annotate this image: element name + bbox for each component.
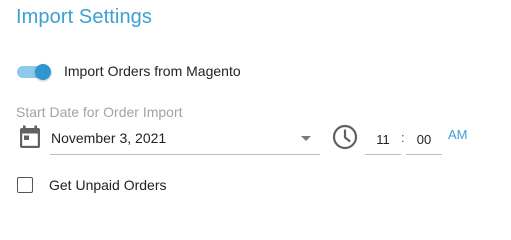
import-orders-label: Import Orders from Magento — [64, 63, 241, 79]
start-date-label: Start Date for Order Import — [16, 104, 183, 120]
hour-field-wrapper — [365, 126, 401, 155]
time-separator: : — [401, 130, 405, 145]
import-settings-panel: Import Settings Import Orders from Magen… — [0, 0, 511, 205]
start-date-value: November 3, 2021 — [51, 130, 167, 146]
get-unpaid-orders-label: Get Unpaid Orders — [49, 177, 167, 193]
get-unpaid-orders-checkbox[interactable] — [17, 177, 33, 193]
calendar-icon[interactable] — [19, 125, 41, 149]
minute-field-wrapper — [406, 126, 442, 155]
minute-input[interactable] — [406, 128, 442, 150]
hour-input[interactable] — [365, 128, 401, 150]
page-title: Import Settings — [16, 6, 153, 28]
import-orders-toggle[interactable] — [17, 64, 51, 80]
chevron-down-icon — [301, 136, 311, 141]
toggle-thumb — [35, 64, 51, 80]
am-pm-toggle[interactable]: AM — [448, 127, 468, 142]
start-date-dropdown[interactable]: November 3, 2021 — [50, 126, 320, 155]
clock-icon — [332, 124, 358, 150]
